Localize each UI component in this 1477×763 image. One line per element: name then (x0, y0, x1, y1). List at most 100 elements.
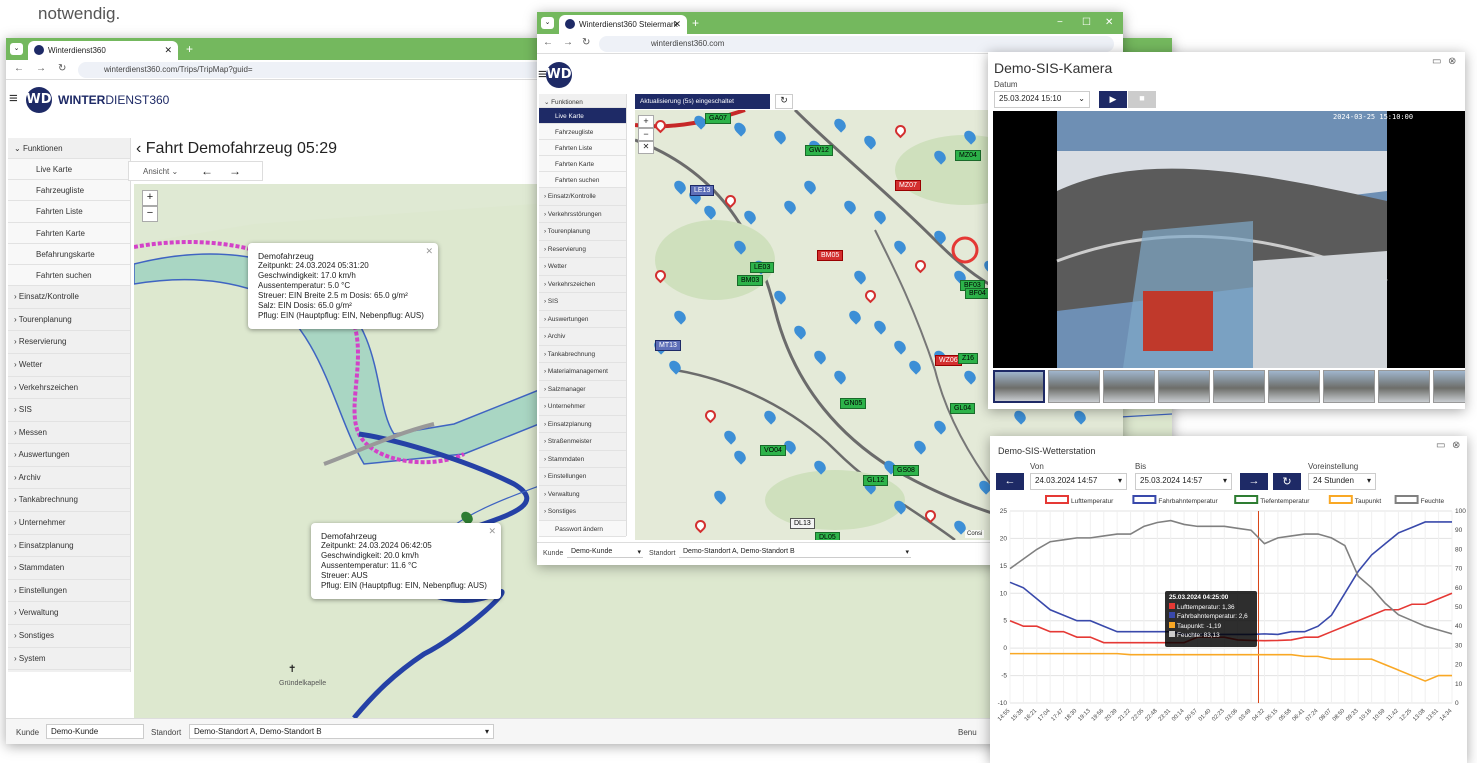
sidebar-item-salzmanager[interactable]: › Salzmanager (539, 381, 626, 398)
back-icon[interactable]: ← (14, 63, 24, 74)
zoom-out-button[interactable]: − (638, 128, 654, 141)
sidebar-item-fahrten-karte[interactable]: Fahrten Karte (539, 156, 626, 172)
sidebar-item-stammdaten[interactable]: › Stammdaten (8, 557, 130, 580)
standort-select[interactable]: Demo-Standort A, Demo-Standort B ▾ (679, 546, 911, 558)
popup-close-icon[interactable]: ✕ (425, 246, 433, 256)
close-window-icon[interactable]: ✕ (1105, 17, 1113, 28)
thumbnail[interactable] (1268, 370, 1320, 403)
prev-range-button[interactable]: ← (996, 473, 1024, 490)
sidebar-item-messen[interactable]: › Messen (8, 422, 130, 445)
vehicle-flag[interactable]: MZ07 (895, 180, 921, 191)
refresh-icon[interactable]: ↻ (775, 94, 793, 109)
sidebar-item-verkehrszeichen[interactable]: › Verkehrszeichen (8, 377, 130, 400)
next-range-button[interactable]: → (1240, 473, 1268, 490)
sidebar-item-fahrten-suchen[interactable]: Fahrten suchen (8, 264, 130, 287)
sidebar-item-auswertungen[interactable]: › Auswertungen (539, 311, 626, 328)
sidebar-item-wetter[interactable]: › Wetter (539, 258, 626, 276)
date-select[interactable]: 25.03.2024 15:10 ⌄ (994, 91, 1090, 108)
sidebar-item-straßenmeister[interactable]: › Straßenmeister (539, 433, 626, 451)
sidebar-item-verwaltung[interactable]: › Verwaltung (539, 486, 626, 503)
vehicle-flag[interactable]: LE03 (750, 262, 775, 273)
sidebar-item-tourenplanung[interactable]: › Tourenplanung (8, 309, 130, 332)
next-arrow-icon[interactable]: → (229, 164, 241, 178)
url-field[interactable]: winterdienst360.com (599, 36, 1114, 52)
sidebar-item-fahrten-suchen[interactable]: Fahrten suchen (539, 172, 626, 188)
sidebar-item-unternehmer[interactable]: › Unternehmer (8, 512, 130, 535)
thumbnail[interactable] (993, 370, 1045, 403)
thumbnail[interactable] (1378, 370, 1430, 403)
sidebar-item-materialmanagement[interactable]: › Materialmanagement (539, 363, 626, 381)
vehicle-flag[interactable]: BM03 (737, 275, 764, 286)
sidebar-item-live-karte[interactable]: Live Karte (539, 108, 626, 124)
sidebar-item-fahrten-liste[interactable]: Fahrten Liste (8, 201, 130, 223)
menu-icon[interactable]: ≡ (9, 90, 18, 107)
sidebar-item-archiv[interactable]: › Archiv (8, 467, 130, 490)
vehicle-flag[interactable]: MT13 (655, 340, 681, 351)
kunde-select[interactable]: Demo-Kunde (46, 724, 144, 739)
map-consent-label[interactable]: Consi (965, 530, 985, 538)
sidebar-item-sis[interactable]: › SIS (8, 399, 130, 422)
sidebar-item-archiv[interactable]: › Archiv (539, 328, 626, 346)
sidebar-item-stammdaten[interactable]: › Stammdaten (539, 451, 626, 468)
vehicle-flag[interactable]: VO04 (760, 445, 786, 456)
vehicle-flag[interactable]: GW12 (805, 145, 833, 156)
sidebar-section-funktionen[interactable]: ⌄ Funktionen (539, 94, 626, 108)
vehicle-flag[interactable]: GN05 (840, 398, 867, 409)
preset-select[interactable]: 24 Stunden ▾ (1308, 473, 1376, 490)
new-tab-icon[interactable]: + (692, 16, 699, 30)
sidebar-item-reservierung[interactable]: › Reservierung (8, 331, 130, 354)
sidebar-item-einsatzplanung[interactable]: › Einsatzplanung (539, 416, 626, 433)
vehicle-flag[interactable]: BF04 (965, 288, 990, 299)
kunde-select[interactable]: Demo-Kunde ▾ (567, 546, 643, 558)
sidebar-item-verwaltung[interactable]: › Verwaltung (8, 602, 130, 626)
sidebar-item-sonstiges[interactable]: › Sonstiges (8, 625, 130, 648)
sidebar-item-auswertungen[interactable]: › Auswertungen (8, 444, 130, 467)
close-icon[interactable]: ⊗ (1448, 56, 1456, 67)
vehicle-flag[interactable]: GL04 (950, 403, 976, 414)
close-tab-icon[interactable]: ✕ (164, 45, 172, 56)
sidebar-section-funktionen[interactable]: ⌄ Funktionen (8, 138, 130, 159)
sidebar-item-live-karte[interactable]: Live Karte (8, 159, 130, 181)
sidebar-item-verkehrszeichen[interactable]: › Verkehrszeichen (539, 276, 626, 293)
back-icon[interactable]: ← (543, 37, 553, 48)
sidebar-item-einsatz-kontrolle[interactable]: › Einsatz/Kontrolle (8, 286, 130, 309)
new-tab-icon[interactable]: + (186, 42, 193, 56)
standort-select[interactable]: Demo-Standort A, Demo-Standort B ▾ (189, 724, 494, 739)
sidebar-item-fahrten-liste[interactable]: Fahrten Liste (539, 140, 626, 156)
sidebar-item-tankabrechnung[interactable]: › Tankabrechnung (8, 489, 130, 513)
vehicle-flag[interactable]: MZ04 (955, 150, 981, 161)
bis-select[interactable]: 25.03.2024 14:57 ▾ (1135, 473, 1232, 490)
maximize-icon[interactable]: ☐ (1082, 17, 1091, 28)
view-dropdown[interactable]: Ansicht ⌄ (143, 167, 178, 176)
zoom-in-button[interactable]: + (638, 115, 654, 128)
sidebar-item-fahrten-karte[interactable]: Fahrten Karte (8, 222, 130, 244)
thumbnail[interactable] (1213, 370, 1265, 403)
sidebar-item-einsatzplanung[interactable]: › Einsatzplanung (8, 535, 130, 558)
sidebar-item-reservierung[interactable]: › Reservierung (539, 241, 626, 258)
minimize-icon[interactable]: ▭ (1436, 440, 1445, 451)
forward-icon[interactable]: → (36, 63, 46, 74)
von-select[interactable]: 24.03.2024 14:57 ▾ (1030, 473, 1127, 490)
sidebar-item-einstellungen[interactable]: › Einstellungen (539, 468, 626, 486)
sidebar-item-verkehrsstörungen[interactable]: › Verkehrsstörungen (539, 206, 626, 223)
sidebar-item-sis[interactable]: › SIS (539, 293, 626, 311)
thumbnail[interactable] (1103, 370, 1155, 403)
zoom-out-button[interactable]: − (142, 206, 158, 222)
zoom-in-button[interactable]: + (142, 190, 158, 206)
refresh-button[interactable]: ↻ (1273, 473, 1301, 490)
sidebar-item-einsatz-kontrolle[interactable]: › Einsatz/Kontrolle (539, 188, 626, 206)
sidebar-item-tankabrechnung[interactable]: › Tankabrechnung (539, 346, 626, 363)
sidebar-item-einstellungen[interactable]: › Einstellungen (8, 580, 130, 603)
vehicle-flag[interactable]: BM05 (817, 250, 844, 261)
thumbnail[interactable] (1433, 370, 1465, 403)
reload-icon[interactable]: ↻ (582, 37, 590, 48)
forward-icon[interactable]: → (563, 37, 573, 48)
play-button[interactable]: ▶ (1099, 91, 1127, 108)
sidebar-item-tourenplanung[interactable]: › Tourenplanung (539, 223, 626, 241)
sidebar-item-system[interactable]: › System (8, 648, 130, 671)
tab-search-icon[interactable]: ⌄ (10, 43, 23, 55)
stop-button[interactable]: ■ (1128, 91, 1156, 108)
vehicle-flag[interactable]: LE13 (690, 185, 715, 196)
fullscreen-icon[interactable]: ✕ (638, 141, 654, 154)
popup-close-icon[interactable]: ✕ (488, 526, 496, 536)
